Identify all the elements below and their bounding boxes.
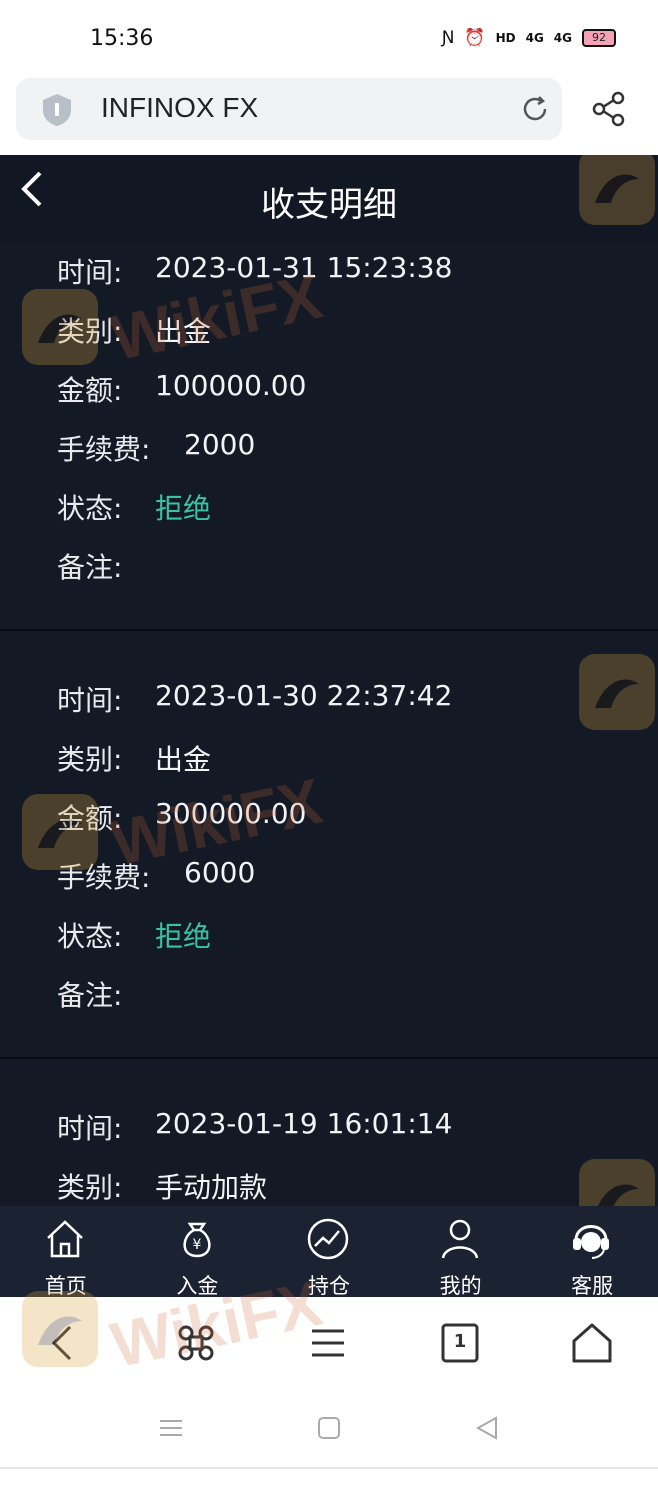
battery-icon: 92: [582, 29, 616, 47]
field-value: 6000: [184, 856, 256, 889]
app-view: 收支明细 时间: 2023-01-31 15:23:38 类别: 出金 金额: 10000…: [0, 155, 658, 1297]
home-icon[interactable]: [568, 1319, 616, 1367]
record-field: 类别: 出金: [0, 302, 658, 361]
nav-item[interactable]: 客服: [526, 1206, 658, 1297]
command-icon[interactable]: [172, 1319, 220, 1367]
alarm-icon: ⏰: [464, 28, 486, 48]
nav-label: 入金: [176, 1274, 219, 1297]
field-label: 时间:: [57, 1112, 123, 1145]
home-square-icon[interactable]: [314, 1413, 344, 1443]
field-value: 出金: [155, 315, 212, 348]
record-card: 时间: 2023-01-30 22:37:42 类别: 出金 金额: 300000.00 手…: [0, 631, 658, 1059]
back-triangle-icon[interactable]: [472, 1413, 502, 1443]
url-title: INFINOX FX: [101, 92, 259, 123]
signal-icon-1: 4G: [525, 31, 544, 45]
field-label: 状态:: [57, 920, 123, 953]
back-icon[interactable]: [40, 1319, 88, 1367]
field-value: 2023-01-19 16:01:14: [155, 1107, 453, 1140]
app-header: 收支明细: [0, 155, 658, 243]
field-label: 类别:: [57, 315, 123, 348]
chart-trend-icon: [307, 1218, 349, 1260]
field-value: 出金: [155, 743, 212, 776]
record-field: 时间: 2023-01-19 16:01:14: [0, 1099, 658, 1158]
record-field: 手续费: 2000: [0, 420, 658, 479]
record-field: 备注:: [0, 966, 658, 1025]
field-label: 时间:: [57, 684, 123, 717]
shield-icon: [43, 94, 71, 126]
field-label: 时间:: [57, 256, 123, 289]
bottom-nav: 首页 ¥ 入金 持仓 我的 客服: [0, 1206, 658, 1297]
home-icon: [47, 1220, 83, 1258]
record-field: 备注:: [0, 538, 658, 597]
record-field: 类别: 出金: [0, 730, 658, 789]
field-label: 备注:: [57, 551, 123, 584]
url-bar[interactable]: INFINOX FX: [16, 78, 562, 140]
field-value: 2023-01-31 15:23:38: [155, 251, 453, 284]
browser-toolbar: 1 WikiFX: [0, 1267, 658, 1389]
field-label: 类别:: [57, 743, 123, 776]
field-label: 手续费:: [57, 433, 151, 466]
page-title: 收支明细: [261, 185, 397, 225]
nav-label: 首页: [44, 1274, 87, 1297]
reload-icon[interactable]: [519, 93, 551, 125]
system-nav: [0, 1389, 658, 1467]
nav-item[interactable]: 持仓: [263, 1206, 395, 1297]
status-icons: Ɲ ⏰ HD 4G 4G 92: [442, 28, 616, 48]
field-label: 状态:: [57, 492, 123, 525]
field-label: 金额:: [57, 802, 123, 835]
field-label: 备注:: [57, 979, 123, 1012]
user-icon: [441, 1219, 479, 1259]
nav-label: 客服: [571, 1274, 614, 1297]
nav-item[interactable]: ¥ 入金: [132, 1206, 264, 1297]
svg-text:¥: ¥: [192, 1237, 201, 1253]
record-field: 金额: 300000.00: [0, 789, 658, 848]
record-field: 金额: 100000.00: [0, 361, 658, 420]
nfc-icon: Ɲ: [441, 28, 455, 48]
status-value: 拒绝: [155, 920, 212, 953]
field-value: 2023-01-30 22:37:42: [155, 679, 453, 712]
status-time: 15:36: [90, 26, 154, 51]
record-card: 时间: 2023-01-19 16:01:14 类别: 手动加款: [0, 1059, 658, 1219]
status-value: 拒绝: [155, 492, 212, 525]
menu-icon[interactable]: [304, 1319, 352, 1367]
tabs-icon[interactable]: 1: [436, 1319, 484, 1367]
share-icon[interactable]: [590, 90, 628, 128]
recents-icon[interactable]: [156, 1413, 186, 1443]
record-field: 手续费: 6000: [0, 848, 658, 907]
field-value: 100000.00: [155, 369, 307, 402]
hd-icon: HD: [495, 31, 516, 45]
bottom-divider: [0, 1467, 658, 1469]
record-field: 时间: 2023-01-31 15:23:38: [0, 243, 658, 302]
field-label: 类别:: [57, 1171, 123, 1204]
nav-label: 持仓: [307, 1274, 350, 1297]
headset-icon: [573, 1225, 610, 1259]
nav-label: 我的: [439, 1274, 482, 1297]
field-label: 手续费:: [57, 861, 151, 894]
nav-item[interactable]: 我的: [395, 1206, 527, 1297]
field-label: 金额:: [57, 374, 123, 407]
status-bar: 15:36 Ɲ ⏰ HD 4G 4G 92: [0, 0, 658, 78]
nav-item[interactable]: 首页: [0, 1206, 132, 1297]
record-field: 时间: 2023-01-30 22:37:42: [0, 671, 658, 730]
field-value: 手动加款: [155, 1171, 268, 1204]
tabs-count: 1: [453, 1331, 467, 1352]
record-field: 状态: 拒绝: [0, 479, 658, 538]
record-card: 时间: 2023-01-31 15:23:38 类别: 出金 金额: 100000.00 手…: [0, 243, 658, 631]
money-bag-icon: ¥: [182, 1222, 211, 1258]
field-value: 2000: [184, 428, 256, 461]
record-field: 状态: 拒绝: [0, 907, 658, 966]
field-value: 300000.00: [155, 797, 307, 830]
records-list: 时间: 2023-01-31 15:23:38 类别: 出金 金额: 100000.00 手…: [0, 243, 658, 1219]
signal-icon-2: 4G: [553, 31, 572, 45]
